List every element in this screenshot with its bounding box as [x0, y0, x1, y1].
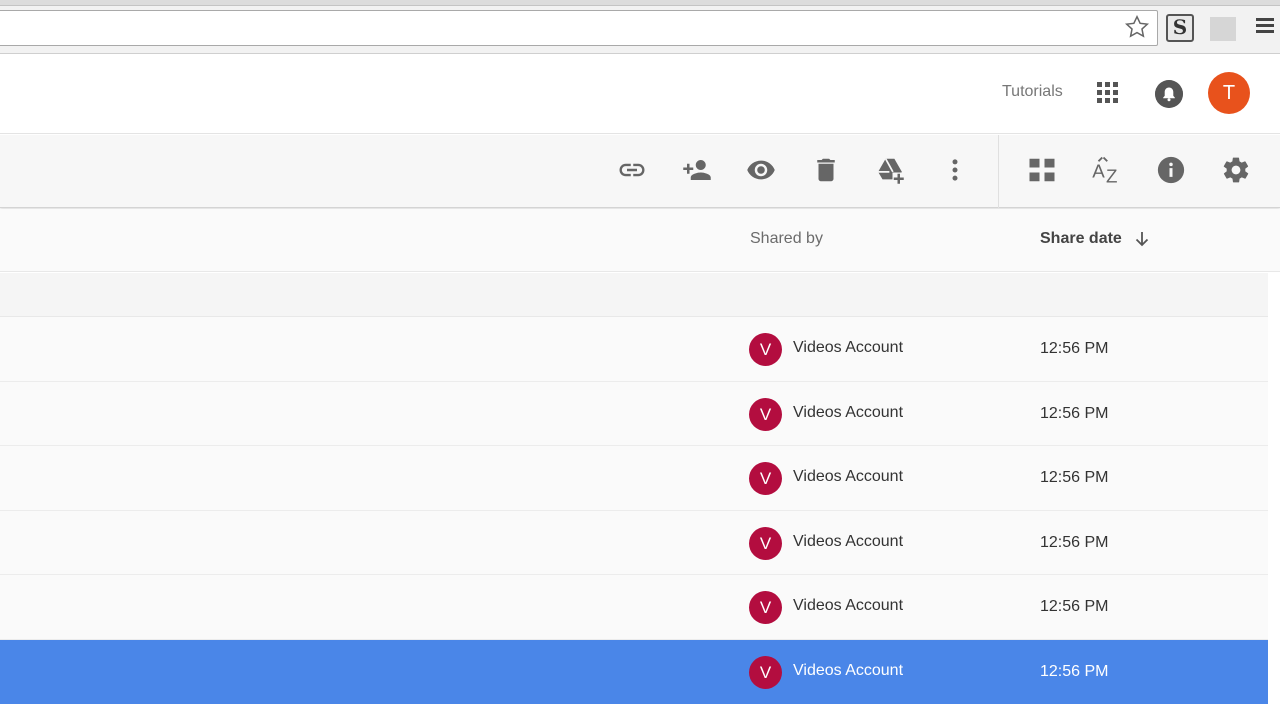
svg-text:Z: Z — [1106, 166, 1117, 186]
owner-avatar: V — [749, 462, 782, 495]
list-item[interactable]: V Videos Account 12:56 PM — [0, 510, 1268, 575]
owner-avatar: V — [749, 591, 782, 624]
add-to-drive-icon[interactable] — [875, 155, 905, 185]
share-date: 12:56 PM — [1040, 533, 1109, 551]
details-info-icon[interactable] — [1156, 155, 1186, 185]
shared-by-name: Videos Account — [793, 661, 904, 679]
list-item[interactable]: V Videos Account 12:56 PM — [0, 446, 1268, 511]
owner-avatar: V — [749, 397, 782, 431]
action-toolbar: A Z — [0, 135, 1280, 208]
sort-down-arrow-icon[interactable] — [1132, 229, 1152, 249]
scrollbar-track[interactable] — [1268, 273, 1280, 720]
browser-tab-strip — [0, 0, 1280, 6]
browser-toolbar: S — [0, 0, 1280, 54]
share-person-add-icon[interactable] — [682, 155, 712, 185]
list-item[interactable]: V Videos Account 12:56 PM — [0, 381, 1268, 446]
grid-view-icon[interactable] — [1027, 155, 1057, 185]
extension-icon[interactable] — [1210, 17, 1236, 41]
sort-az-icon[interactable]: A Z — [1091, 155, 1121, 185]
app-header: Tutorials T — [0, 55, 1280, 134]
get-link-icon[interactable] — [617, 155, 647, 185]
share-date: 12:56 PM — [1040, 469, 1109, 486]
share-date: 12:56 PM — [1040, 598, 1109, 615]
owner-avatar: V — [749, 655, 782, 689]
share-date: 12:56 PM — [1040, 404, 1109, 422]
list-section-header — [0, 273, 1268, 317]
owner-avatar: V — [749, 526, 782, 560]
shared-by-name: Videos Account — [793, 532, 904, 550]
delete-trash-icon[interactable] — [811, 155, 841, 185]
list-item-selected[interactable]: V Videos Account 12:56 PM — [0, 639, 1268, 704]
user-avatar[interactable]: T — [1208, 72, 1250, 114]
svg-text:A: A — [1092, 161, 1105, 182]
owner-avatar: V — [749, 333, 782, 366]
shared-by-name: Videos Account — [793, 403, 904, 421]
toolbar-divider — [998, 135, 999, 208]
file-list: V Videos Account 12:56 PM V Videos Accou… — [0, 317, 1268, 704]
s-extension-icon[interactable]: S — [1166, 14, 1194, 42]
list-item[interactable]: V Videos Account 12:56 PM — [0, 317, 1268, 382]
address-bar[interactable] — [0, 10, 1158, 46]
chrome-menu-icon[interactable] — [1256, 18, 1274, 36]
apps-grid-icon[interactable] — [1097, 82, 1119, 104]
shared-by-name: Videos Account — [793, 468, 904, 485]
settings-gear-icon[interactable] — [1221, 155, 1251, 185]
star-icon[interactable] — [1124, 14, 1150, 40]
share-date: 12:56 PM — [1040, 662, 1109, 680]
shared-by-name: Videos Account — [793, 597, 904, 614]
list-item[interactable]: V Videos Account 12:56 PM — [0, 575, 1268, 640]
column-header-share-date[interactable]: Share date — [1040, 230, 1122, 248]
notifications-bell-icon[interactable] — [1155, 80, 1183, 108]
account-label[interactable]: Tutorials — [1002, 83, 1063, 101]
more-vertical-icon[interactable] — [940, 155, 970, 185]
shared-by-name: Videos Account — [793, 339, 904, 356]
share-date: 12:56 PM — [1040, 340, 1109, 357]
preview-eye-icon[interactable] — [746, 155, 776, 185]
list-column-header: Shared by Share date — [0, 209, 1280, 272]
column-header-shared-by[interactable]: Shared by — [750, 230, 823, 248]
